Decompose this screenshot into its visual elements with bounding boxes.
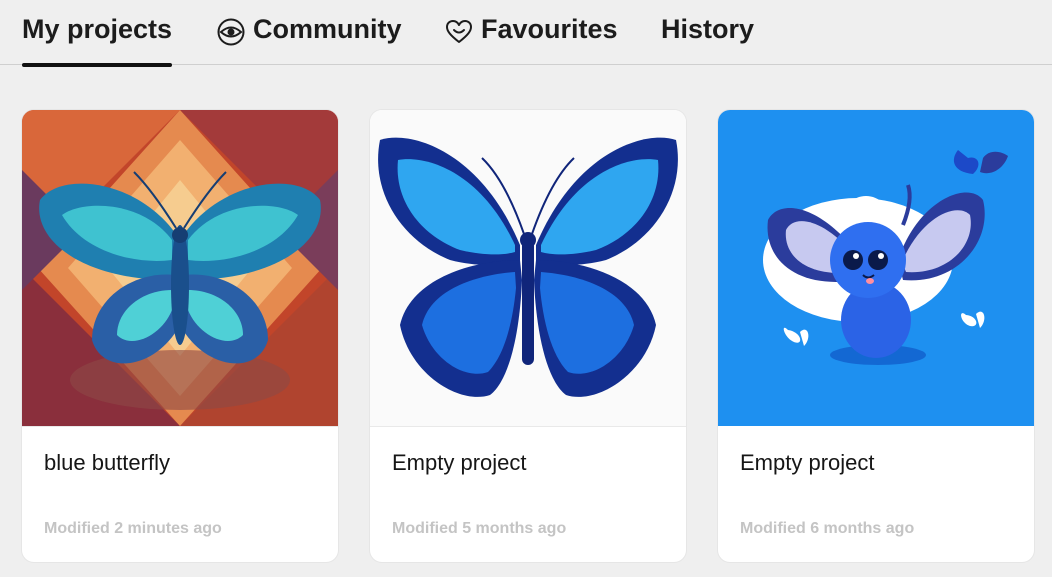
modified-text: Modified 6 months ago — [740, 520, 915, 537]
project-title: Empty project — [740, 450, 875, 475]
card-divider — [370, 426, 686, 427]
tab-bar: My projects Community Favourites History — [0, 0, 1052, 67]
tab-my-projects[interactable]: My projects — [22, 14, 173, 67]
geometric-butterfly-image — [22, 110, 338, 426]
card-divider — [22, 426, 338, 427]
modified-text: Modified 2 minutes ago — [44, 520, 222, 537]
tab-community[interactable]: Community — [217, 14, 402, 64]
project-card[interactable]: Empty project Modified 5 months ago — [370, 110, 686, 562]
project-card[interactable]: Empty project Modified 6 months ago — [718, 110, 1034, 562]
heart-icon — [445, 18, 473, 46]
project-card[interactable]: blue butterfly Modified 2 minutes ago — [22, 110, 338, 562]
project-title: Empty project — [392, 450, 527, 475]
eye-icon — [217, 18, 245, 46]
project-title: blue butterfly — [44, 450, 170, 475]
modified-text: Modified 5 months ago — [392, 520, 567, 537]
blue-butterfly-image — [370, 110, 686, 426]
cartoon-butterfly-image — [718, 110, 1034, 426]
tab-history[interactable]: History — [661, 14, 754, 64]
tab-history-label: History — [661, 14, 755, 44]
tab-favourites[interactable]: Favourites — [445, 14, 618, 64]
tab-my-projects-label: My projects — [22, 14, 173, 44]
tab-community-label: Community — [253, 14, 402, 44]
tab-favourites-label: Favourites — [481, 14, 618, 44]
